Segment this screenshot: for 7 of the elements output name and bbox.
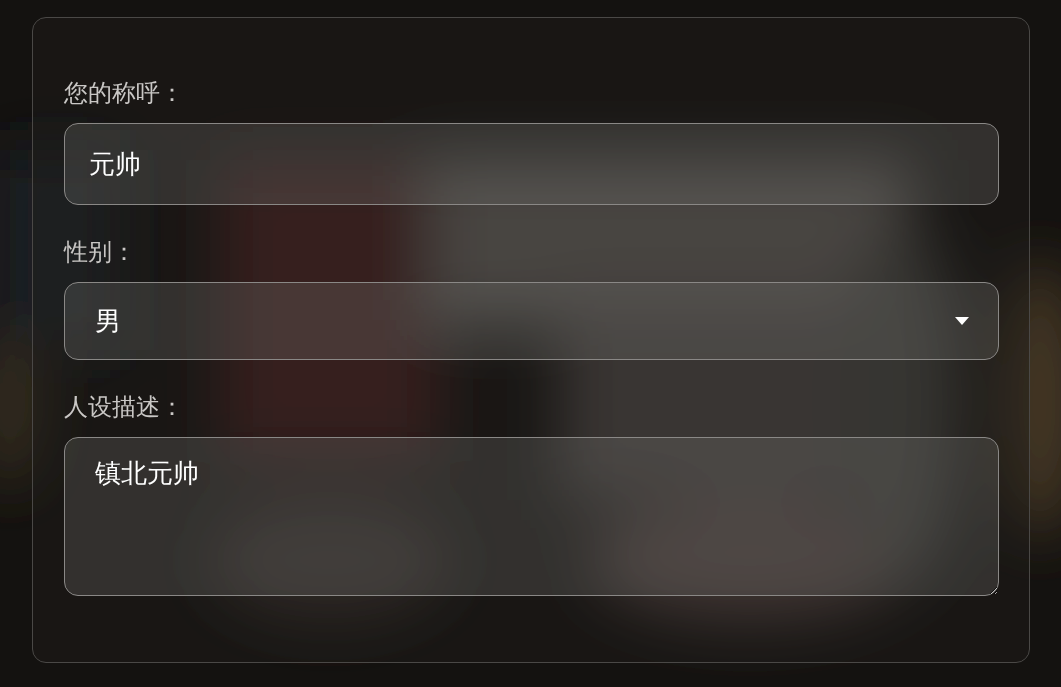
name-input-field[interactable]: 元帅 bbox=[64, 123, 999, 205]
description-textarea[interactable]: 镇北元帅 bbox=[64, 437, 999, 596]
caret-icon bbox=[955, 317, 969, 325]
field-label: 性别： bbox=[64, 237, 136, 267]
field-label: 人设描述： bbox=[64, 392, 184, 422]
field-label: 您的称呼： bbox=[64, 78, 184, 108]
gender-select[interactable]: 男 bbox=[64, 282, 999, 360]
